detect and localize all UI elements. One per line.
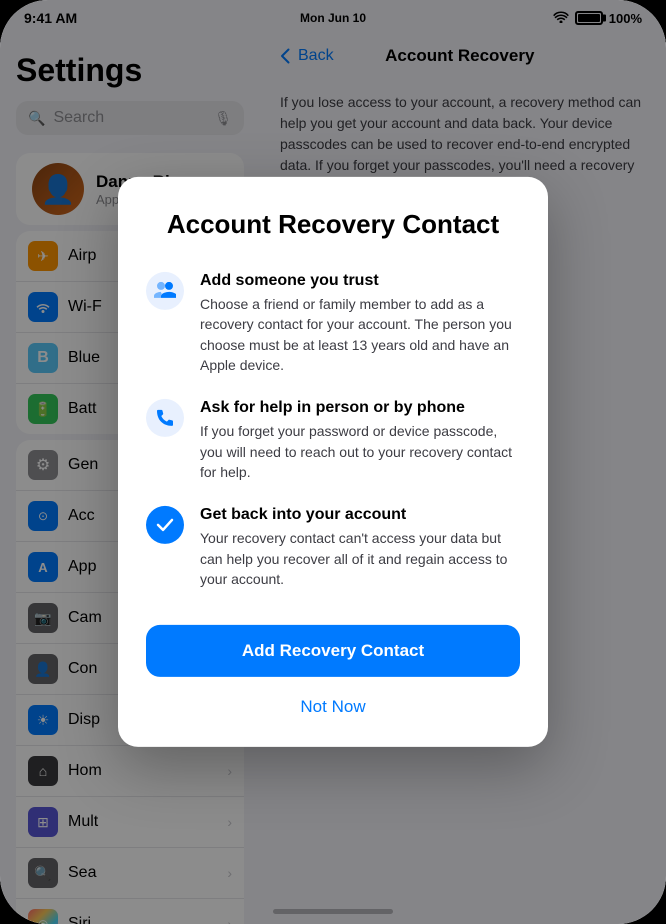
feature-trust-text: Add someone you trust Choose a friend or… [200, 272, 520, 375]
feature-trust-desc: Choose a friend or family member to add … [200, 294, 520, 375]
feature-recover-text: Get back into your account Your recovery… [200, 506, 520, 589]
status-icons: 100% [553, 11, 642, 26]
help-icon-circle [146, 399, 184, 437]
modal-feature-help: Ask for help in person or by phone If yo… [146, 399, 520, 482]
modal-feature-trust: Add someone you trust Choose a friend or… [146, 272, 520, 375]
add-recovery-contact-button[interactable]: Add Recovery Contact [146, 625, 520, 677]
status-time: 9:41 AM [24, 10, 77, 26]
feature-recover-title: Get back into your account [200, 506, 520, 524]
wifi-icon [553, 11, 569, 26]
battery-icon [575, 11, 603, 25]
modal-sheet: Account Recovery Contact Add someone you… [118, 177, 548, 747]
not-now-button[interactable]: Not Now [146, 691, 520, 723]
modal-feature-recover: Get back into your account Your recovery… [146, 506, 520, 589]
status-bar: 9:41 AM Mon Jun 10 100% [0, 0, 666, 36]
feature-recover-desc: Your recovery contact can't access your … [200, 528, 520, 589]
feature-trust-title: Add someone you trust [200, 272, 520, 290]
feature-help-text: Ask for help in person or by phone If yo… [200, 399, 520, 482]
feature-help-title: Ask for help in person or by phone [200, 399, 520, 417]
battery-label: 100% [609, 11, 642, 26]
status-date: Mon Jun 10 [300, 11, 366, 25]
feature-help-desc: If you forget your password or device pa… [200, 421, 520, 482]
trust-icon-circle [146, 272, 184, 310]
home-indicator [273, 909, 393, 914]
recover-icon-circle [146, 506, 184, 544]
device-frame: 9:41 AM Mon Jun 10 100% Settings [0, 0, 666, 924]
modal-feature-list: Add someone you trust Choose a friend or… [146, 272, 520, 589]
modal-title: Account Recovery Contact [146, 209, 520, 240]
